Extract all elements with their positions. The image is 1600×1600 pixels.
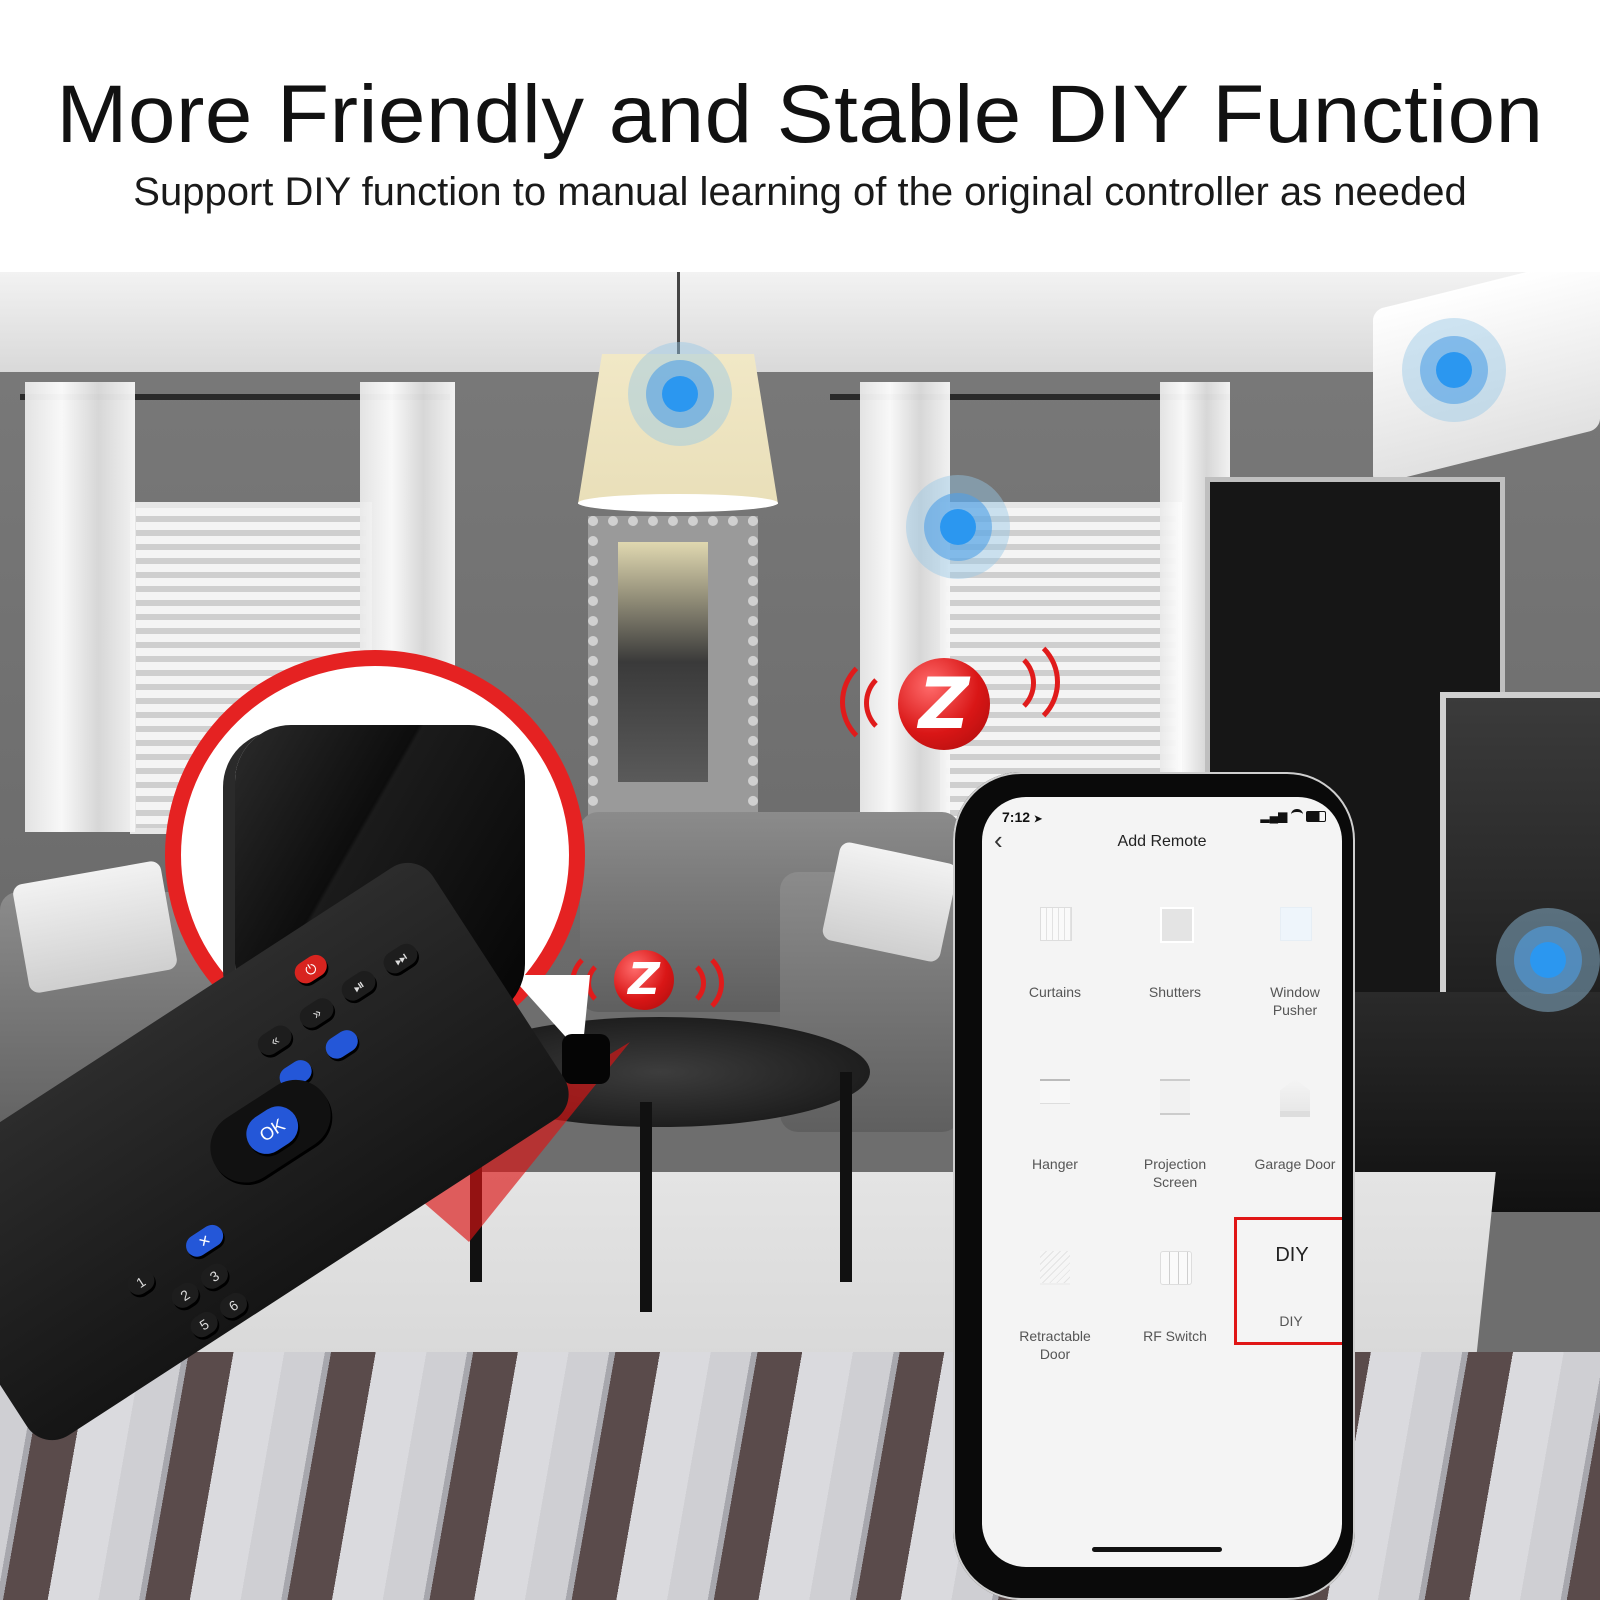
remote-type-hanger[interactable]: Hanger <box>1000 1059 1110 1209</box>
battery-icon <box>1306 811 1326 823</box>
home-indicator[interactable] <box>1092 1547 1222 1552</box>
ceiling <box>0 272 1600 372</box>
remote-type-projection-screen[interactable]: Projection Screen <box>1120 1059 1230 1209</box>
play-pause-button[interactable]: ⏯ <box>337 966 380 1005</box>
tile-label: Retractable Door <box>1019 1328 1091 1362</box>
remote-type-garage-door[interactable]: Garage Door <box>1240 1059 1342 1209</box>
curtains-icon <box>1040 907 1072 941</box>
screen-title: Add Remote <box>1117 833 1207 850</box>
tile-label: Window Pusher <box>1270 984 1320 1018</box>
hanger-icon <box>1040 1079 1070 1104</box>
tile-label: Garage Door <box>1254 1156 1336 1172</box>
diy-icon: DIY <box>1275 1244 1309 1266</box>
digit-button[interactable]: 6 <box>215 1288 252 1323</box>
retractable-door-icon <box>1040 1251 1070 1285</box>
mute-button[interactable]: ✕ <box>181 1220 228 1261</box>
blue-button[interactable] <box>321 1025 363 1063</box>
tile-label: Shutters <box>1148 984 1202 1000</box>
cellular-signal-icon: ▂▄▆ <box>1260 809 1288 823</box>
remote-type-rf-switch[interactable]: RF Switch <box>1120 1231 1230 1381</box>
tile-label: RF Switch <box>1143 1328 1207 1344</box>
remote-type-window-pusher[interactable]: Window Pusher <box>1240 887 1342 1037</box>
remote-type-diy[interactable]: DIY DIY <box>1234 1217 1342 1345</box>
ir-hub-device <box>562 1034 610 1084</box>
curtain <box>25 382 135 832</box>
signal-wave-icon <box>656 958 706 1008</box>
app-screen: 7:12 ➤ ▂▄▆ ‹ Add Remote Curtains Shutter… <box>982 797 1342 1567</box>
wood-floor <box>0 1352 1600 1600</box>
digit-button[interactable]: 1 <box>123 1265 159 1300</box>
status-icons: ▂▄▆ <box>1260 809 1326 823</box>
window-pusher-icon <box>1280 907 1312 941</box>
remote-type-retractable-door[interactable]: Retractable Door <box>1000 1231 1110 1381</box>
zigbee-badge: Z <box>840 632 1060 752</box>
remote-type-curtains[interactable]: Curtains <box>1000 887 1110 1037</box>
curtain <box>860 382 950 832</box>
page-subtitle: Support DIY function to manual learning … <box>133 170 1467 214</box>
next-button[interactable]: ⏭ <box>379 939 422 978</box>
status-time-text: 7:12 <box>1002 809 1031 825</box>
fast-forward-button[interactable]: » <box>295 994 338 1033</box>
digit-button[interactable]: 5 <box>186 1307 222 1342</box>
zigbee-badge: Z <box>570 942 724 1022</box>
remote-type-shutters[interactable]: Shutters <box>1120 887 1230 1037</box>
rf-switch-icon <box>1160 1251 1192 1285</box>
wifi-icon <box>1290 809 1303 820</box>
table-leg <box>640 1102 652 1312</box>
location-icon: ➤ <box>1033 814 1043 825</box>
digit-button[interactable]: 2 <box>167 1278 203 1313</box>
tile-label: Curtains <box>1028 984 1082 1000</box>
signal-indicator-switch <box>906 475 1010 579</box>
rewind-button[interactable]: « <box>253 1021 296 1060</box>
signal-wave-icon <box>966 648 1036 718</box>
tile-label: Projection Screen <box>1143 1156 1207 1190</box>
tile-label: Hanger <box>1032 1156 1078 1172</box>
garage-door-icon <box>1280 1079 1310 1117</box>
status-time: 7:12 ➤ <box>1002 809 1042 825</box>
signal-indicator-tv <box>1496 908 1600 1012</box>
projection-screen-icon <box>1160 1079 1190 1115</box>
digit-button[interactable]: 3 <box>196 1259 233 1293</box>
power-button[interactable]: ⏻ <box>290 950 332 988</box>
table-leg <box>840 1072 852 1282</box>
header: More Friendly and Stable DIY Function Su… <box>0 0 1600 272</box>
lamp-light <box>578 494 778 512</box>
shutters-icon <box>1160 907 1194 943</box>
tile-label: DIY <box>1279 1313 1303 1329</box>
signal-indicator-lamp <box>628 342 732 446</box>
page-title: More Friendly and Stable DIY Function <box>56 69 1544 160</box>
mirror-reflection <box>618 542 708 782</box>
signal-indicator-ac <box>1402 318 1506 422</box>
